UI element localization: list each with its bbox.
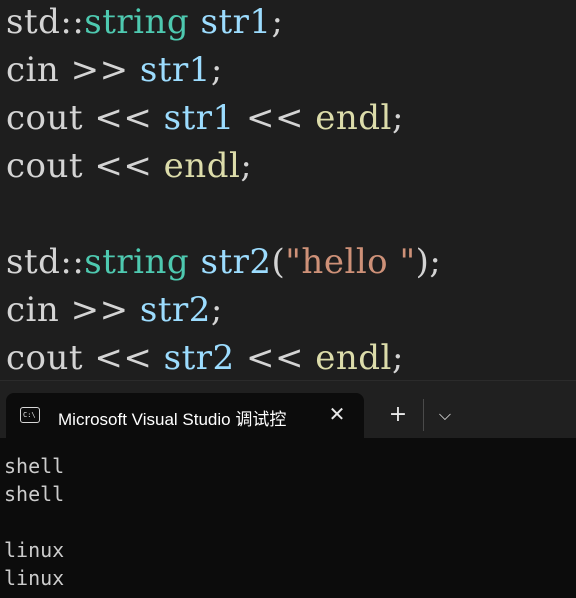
code-token: std:: (6, 2, 85, 42)
code-token: str2 (200, 242, 272, 282)
code-editor[interactable]: std::string str1; cin >> str1; cout << str… (0, 0, 576, 380)
code-token: str2 (139, 290, 211, 330)
code-token: << (234, 338, 316, 378)
console-icon: C:\ (20, 407, 40, 423)
code-token: cout << (6, 98, 164, 138)
chevron-down-icon[interactable]: ⌵ (432, 401, 458, 429)
code-token: ; (391, 98, 404, 138)
output-line: linux (4, 538, 65, 562)
code-line: std::string str2("hello "); (6, 238, 441, 286)
tab-title: Microsoft Visual Studio 调试控 (58, 410, 287, 429)
code-token: str2 (163, 338, 235, 378)
terminal-tab[interactable]: C:\ Microsoft Visual Studio 调试控 ✕ (6, 393, 364, 439)
code-token: cin >> (6, 290, 140, 330)
code-token: str1 (163, 98, 235, 138)
code-line: cout << str2 << endl; (6, 334, 404, 380)
code-token: ; (271, 2, 284, 42)
output-line: shell (4, 454, 65, 478)
code-line: cout << endl; (6, 142, 252, 190)
code-token: ; (210, 50, 223, 90)
close-icon[interactable]: ✕ (324, 401, 350, 427)
code-token: ); (415, 242, 442, 282)
code-line: std::string str1; (6, 0, 283, 46)
code-token: string (84, 242, 190, 282)
output-line: linux (4, 566, 65, 590)
code-token: ; (391, 338, 404, 378)
plus-icon[interactable]: + (384, 401, 412, 429)
code-line: cin >> str2; (6, 286, 223, 334)
divider (423, 399, 424, 431)
code-token: ; (240, 146, 253, 186)
code-token: endl (315, 98, 392, 138)
code-line: cin >> str1; (6, 46, 223, 94)
code-token: cout << (6, 338, 164, 378)
code-token: ( (271, 242, 286, 282)
code-token: std:: (6, 242, 85, 282)
console-icon-glyph: C:\ (23, 411, 36, 419)
code-token: << (234, 98, 316, 138)
code-token: cin >> (6, 50, 140, 90)
code-token: str1 (139, 50, 211, 90)
code-token: "hello " (285, 242, 416, 282)
terminal-title-bar: C:\ Microsoft Visual Studio 调试控 ✕ + ⌵ (0, 380, 576, 439)
code-token: endl (315, 338, 392, 378)
code-token: ; (210, 290, 223, 330)
code-token: endl (163, 146, 241, 186)
console-output: shell shell linux linux (0, 438, 576, 598)
code-token: cout << (6, 146, 164, 186)
code-line: cout << str1 << endl; (6, 94, 404, 142)
code-token: str1 (200, 2, 272, 42)
output-line: shell (4, 482, 65, 506)
code-token: string (84, 2, 190, 42)
